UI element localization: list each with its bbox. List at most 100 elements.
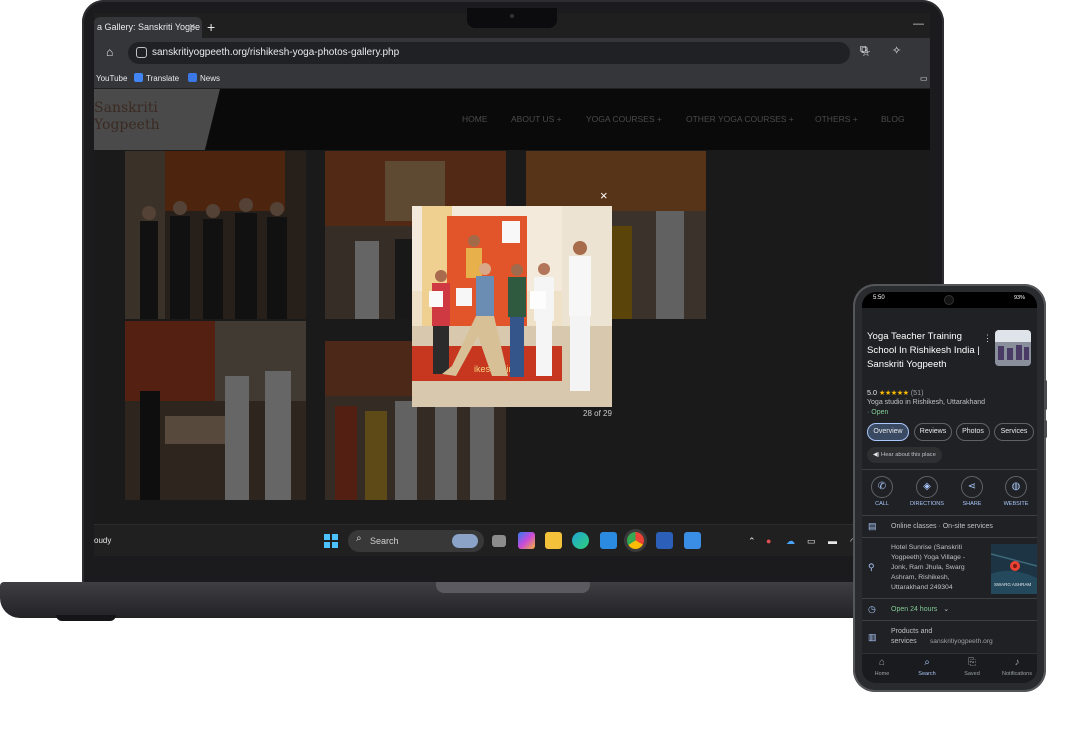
nav-notifications-label: Notifications [1002, 671, 1032, 677]
lightbox-image: ikesh, Hin [412, 206, 612, 407]
review-count: (51) [910, 388, 924, 397]
bookmarks-bar: YouTube Translate News ▭ [94, 68, 930, 89]
mini-map-image: SWARG ASHRAM [991, 544, 1037, 594]
place-thumbnail-image [995, 330, 1031, 366]
site-logo[interactable]: Sanskriti Yogpeeth [94, 100, 160, 134]
nav-saved-tab[interactable]: ⎘ Saved [952, 657, 992, 677]
bookmark-icon: ⎘ [968, 657, 976, 668]
hear-about-button[interactable]: ◀) Hear about this place [867, 447, 942, 463]
nav-other-yoga-courses[interactable]: OTHER YOGA COURSES + [686, 89, 794, 150]
status-time: 5:50 [873, 295, 885, 301]
edge-icon[interactable] [572, 532, 589, 549]
windows-start-icon[interactable] [324, 534, 338, 548]
hours-row[interactable]: Open 24 hours ⌄ [891, 605, 949, 615]
lightbox-counter: 28 of 29 [583, 409, 612, 418]
nav-search-tab[interactable]: ⌕ Search [907, 657, 947, 677]
tab-photos[interactable]: Photos [956, 423, 990, 441]
minimize-button[interactable]: — [913, 17, 924, 31]
keyboard-icon[interactable]: ▭ [807, 525, 816, 556]
service-options: Online classes · On-site services [891, 523, 993, 530]
speaker-icon: ◀) [873, 452, 880, 458]
website-page: Sanskriti Yogpeeth HOME ABOUT US + YOGA … [94, 89, 930, 524]
open-status: · Open [867, 409, 889, 416]
tray-chevron-icon[interactable]: ⌃ [748, 525, 756, 556]
laptop-foot [56, 615, 116, 621]
display-icon[interactable]: ▬ [828, 525, 837, 556]
divider [862, 469, 1037, 470]
tab-reviews[interactable]: Reviews [914, 423, 952, 441]
home-icon: ⌂ [878, 657, 886, 668]
directions-button[interactable]: ◈ DIRECTIONS [907, 476, 947, 507]
bookmark-translate[interactable]: Translate [134, 68, 179, 89]
rating-value: 5.0 [867, 388, 877, 397]
translate-icon [134, 73, 143, 82]
tab-title: a Gallery: Sanskriti Yogpe [97, 22, 201, 32]
more-options-icon[interactable]: ⋮ [983, 333, 992, 344]
laptop-notch [467, 8, 557, 28]
nav-yoga-courses[interactable]: YOGA COURSES + [586, 89, 662, 150]
clock-icon: ◷ [868, 604, 876, 614]
nav-others[interactable]: OTHERS + [815, 89, 858, 150]
bookmarks-folder-icon[interactable]: ▭ [920, 68, 928, 89]
onedrive-icon[interactable]: ☁ [786, 525, 795, 556]
url-text[interactable]: sanskritiyogpeeth.org/rishikesh-yoga-pho… [152, 42, 399, 64]
nav-home[interactable]: HOME [462, 89, 488, 150]
taskbar-search[interactable]: ⌕ Search [348, 530, 484, 552]
website-domain[interactable]: sanskritiyogpeeth.org [930, 637, 993, 647]
service-options-icon: ▤ [868, 521, 877, 531]
hours-text: Open 24 hours [891, 606, 938, 613]
phone-status-bar: 5:50 93% [862, 292, 1037, 308]
lightbox-close-icon[interactable]: × [600, 188, 608, 203]
share-icon: ⋖ [961, 476, 983, 498]
chrome-icon[interactable] [627, 532, 644, 549]
search-icon: ⌕ [924, 657, 930, 668]
copilot-icon[interactable] [518, 532, 535, 549]
address[interactable]: Hotel Sunrise (Sanskriti Yogpeeth) Yoga … [891, 543, 983, 593]
nav-home-label: Home [874, 671, 890, 677]
word-icon[interactable] [656, 532, 673, 549]
phone-volume-button [1044, 380, 1047, 410]
tab-overview[interactable]: Overview [867, 423, 909, 441]
mini-map[interactable]: SWARG ASHRAM [991, 544, 1037, 594]
search-highlight-icon [452, 534, 478, 548]
address-bar[interactable]: sanskritiyogpeeth.org/rishikesh-yoga-pho… [128, 42, 871, 64]
nav-home-tab[interactable]: ⌂ Home [862, 657, 902, 677]
profile-icon[interactable]: ✧ [892, 44, 901, 57]
place-title: Yoga Teacher Training School In Rishikes… [867, 331, 980, 370]
location-pin-icon: ⚲ [868, 562, 875, 572]
bottom-navigation: ⌂ Home ⌕ Search ⎘ Saved ♪ Notifications [862, 653, 1037, 683]
vscode-icon[interactable] [600, 532, 617, 549]
place-thumbnail[interactable] [995, 330, 1031, 366]
website-button[interactable]: ◍ WEBSITE [996, 476, 1036, 507]
bookmark-news[interactable]: News [188, 68, 220, 89]
task-view-icon[interactable] [492, 535, 506, 547]
bookmark-youtube[interactable]: YouTube [96, 68, 127, 89]
chevron-down-icon: ⌄ [943, 606, 950, 613]
site-info-icon[interactable] [136, 47, 147, 58]
status-battery: 93% [1013, 295, 1025, 301]
browser-tab[interactable]: a Gallery: Sanskriti Yogpe [94, 17, 202, 38]
bell-icon: ♪ [1014, 657, 1020, 668]
call-label: CALL [875, 501, 889, 507]
tab-close-icon[interactable]: × [189, 17, 195, 38]
share-label: SHARE [962, 501, 982, 507]
tab-services[interactable]: Services [994, 423, 1034, 441]
nav-about-us[interactable]: ABOUT US + [511, 89, 562, 150]
divider [862, 515, 1037, 516]
photos-icon[interactable] [684, 532, 701, 549]
file-explorer-icon[interactable] [545, 532, 562, 549]
rating-row[interactable]: 5.0 ★★★★★ (51) [867, 388, 924, 397]
tray-app-icon[interactable]: ● [766, 525, 771, 556]
call-button[interactable]: ✆ CALL [862, 476, 902, 507]
extensions-icon[interactable]: ⧉ [860, 44, 868, 57]
nav-blog[interactable]: BLOG [881, 89, 905, 150]
weather-widget[interactable]: oudy [94, 525, 111, 556]
share-button[interactable]: ⋖ SHARE [952, 476, 992, 507]
place-category: Yoga studio in Rishikesh, Uttarakhand [867, 399, 986, 406]
hear-about-label: Hear about this place [881, 452, 936, 458]
home-icon[interactable]: ⌂ [106, 45, 113, 59]
new-tab-button[interactable]: + [207, 17, 215, 38]
nav-saved-label: Saved [964, 671, 980, 677]
site-header: Sanskriti Yogpeeth HOME ABOUT US + YOGA … [94, 89, 930, 150]
nav-notifications-tab[interactable]: ♪ Notifications [997, 657, 1037, 677]
